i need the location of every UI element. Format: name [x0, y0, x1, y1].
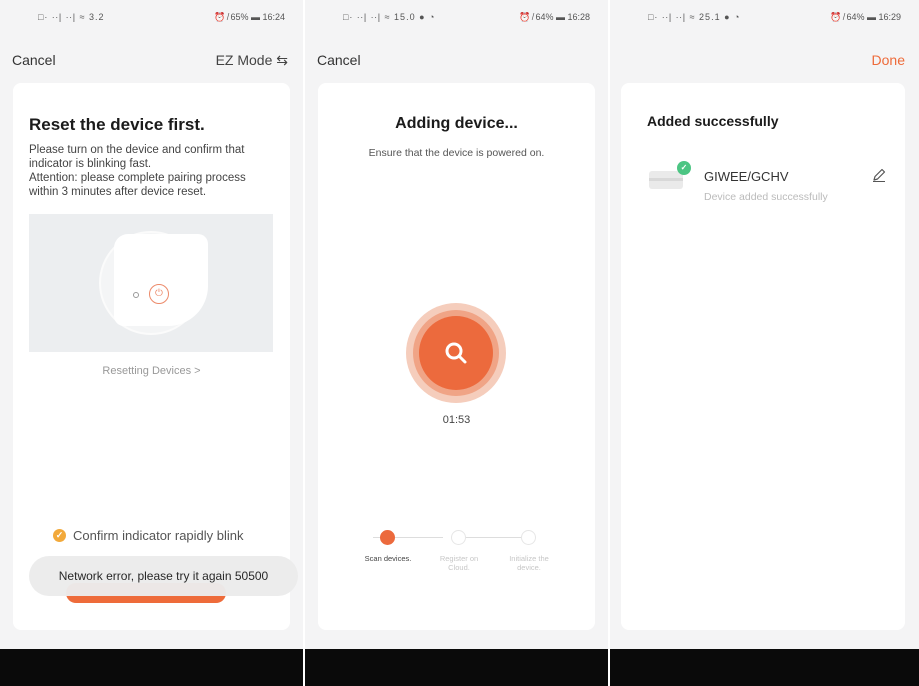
- step-cloud-icon: [451, 530, 466, 545]
- device-name: GIWEE/GCHV: [704, 169, 789, 184]
- device-illustration: ⏻: [29, 214, 273, 352]
- top-bar: Done: [610, 50, 919, 72]
- adding-card: Adding device... Ensure that the device …: [318, 83, 595, 630]
- device-status: Device added successfully: [704, 191, 828, 203]
- confirm-indicator-label: Confirm indicator rapidly blink: [73, 528, 244, 543]
- status-bar-right: ⏰ ̸ 64% ▬ 16:28: [519, 12, 590, 22]
- status-bar: □· ∙∙| ∙∙| ≈ 3.2 ⏰ ̸ 65% ▬ 16:24: [0, 10, 303, 26]
- top-bar: Cancel: [305, 50, 608, 72]
- page-title: Added successfully: [647, 113, 779, 129]
- system-navigation-bar: [0, 649, 303, 686]
- cancel-button[interactable]: Cancel: [12, 52, 56, 68]
- reset-instructions: Please turn on the device and confirm th…: [29, 144, 246, 198]
- status-bar-right: ⏰ ̸ 64% ▬ 16:29: [830, 12, 901, 22]
- screen-adding-device: □· ∙∙| ∙∙| ≈ 15.0 ● ◔ ⏰ ̸ 64% ▬ 16:28 Ca…: [305, 0, 608, 686]
- check-icon: ✓: [53, 529, 66, 542]
- page-subtitle: Ensure that the device is powered on.: [368, 147, 545, 159]
- status-bar-left: □· ∙∙| ∙∙| ≈ 15.0 ● ◔: [343, 12, 436, 22]
- step-connector: [458, 537, 528, 538]
- status-bar-left: □· ∙∙| ∙∙| ≈ 3.2: [38, 12, 105, 22]
- edit-pencil-icon[interactable]: [871, 167, 887, 183]
- step-init-icon: [521, 530, 536, 545]
- error-toast: Network error, please try it again 50500: [29, 556, 298, 596]
- indicator-light-icon: [133, 292, 139, 298]
- step-scan-icon: [380, 530, 395, 545]
- countdown-timer: 01:53: [442, 414, 471, 426]
- device-image: [114, 234, 208, 326]
- screen-added-successfully: □· ∙∙| ∙∙| ≈ 25.1 ● ◔ ⏰ ̸ 64% ▬ 16:29 Do…: [610, 0, 919, 686]
- step-label-scan: Scan devices.: [364, 554, 412, 563]
- ez-mode-button[interactable]: EZ Mode ⇆: [216, 52, 288, 69]
- reset-card: Reset the device first. Please turn on t…: [13, 83, 290, 630]
- system-navigation-bar: [305, 649, 608, 686]
- status-bar: □· ∙∙| ∙∙| ≈ 25.1 ● ◔ ⏰ ̸ 64% ▬ 16:29: [610, 10, 919, 26]
- done-button[interactable]: Done: [872, 52, 905, 68]
- device-icon-stripe: [649, 178, 683, 181]
- system-navigation-bar: [610, 649, 919, 686]
- screen-reset-device: □· ∙∙| ∙∙| ≈ 3.2 ⏰ ̸ 65% ▬ 16:24 Cancel …: [0, 0, 303, 686]
- search-icon: [445, 342, 467, 364]
- success-check-icon: ✓: [677, 161, 691, 175]
- device-icon: [649, 171, 683, 189]
- step-label-init: Initialize the device.: [509, 554, 549, 572]
- status-bar-left: □· ∙∙| ∙∙| ≈ 25.1 ● ◔: [648, 12, 741, 22]
- page-title: Adding device...: [395, 115, 518, 132]
- status-bar: □· ∙∙| ∙∙| ≈ 15.0 ● ◔ ⏰ ̸ 64% ▬ 16:28: [305, 10, 608, 26]
- confirm-indicator-checkbox[interactable]: ✓ Confirm indicator rapidly blink: [53, 528, 244, 543]
- status-bar-right: ⏰ ̸ 65% ▬ 16:24: [214, 12, 285, 22]
- power-icon: ⏻: [149, 284, 169, 304]
- result-card: Added successfully ✓ GIWEE/GCHV Device a…: [621, 83, 905, 630]
- page-title: Reset the device first.: [29, 115, 205, 134]
- cancel-button[interactable]: Cancel: [317, 52, 361, 68]
- step-label-cloud: Register on Cloud.: [439, 554, 479, 572]
- top-bar: Cancel EZ Mode ⇆: [0, 50, 303, 72]
- progress-steps: Scan devices. Register on Cloud. Initial…: [358, 530, 558, 590]
- resetting-devices-link[interactable]: Resetting Devices >: [13, 365, 290, 377]
